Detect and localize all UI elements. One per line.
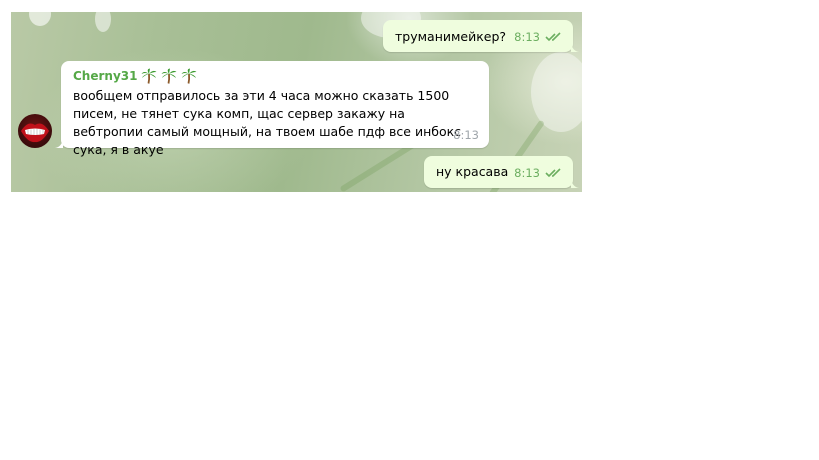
message-text: вообщем отправилось за эти 4 часа можно … [73,88,462,157]
palm-tree-icon [161,68,177,84]
wallpaper-flower [95,12,111,32]
palm-tree-icon [181,68,197,84]
message-time: 8:13 [514,30,540,44]
bubble-tail [571,178,579,188]
palm-tree-icon [141,68,157,84]
message-meta: 8:13 [453,126,479,144]
message-time: 8:13 [514,166,540,180]
outgoing-message[interactable]: труманимейкер? 8:13 [383,20,579,52]
double-check-icon [545,168,561,178]
incoming-message[interactable]: Cherny31 вообщем отправилось за эти 4 ча… [55,61,489,157]
bubble-tail [55,138,63,148]
bubble-tail [571,42,579,52]
outgoing-message[interactable]: ну красава 8:13 [424,156,579,188]
message-meta: 8:13 [514,28,563,46]
chat-area[interactable]: труманимейкер? 8:13 Cherny31 вообщем отп… [11,12,582,192]
lips-avatar-icon [21,123,49,143]
message-text: ну красава [436,164,509,179]
message-time: 8:13 [453,128,479,142]
message-text: труманимейкер? [395,29,507,44]
sender-row: Cherny31 [73,67,197,85]
double-check-icon [545,32,561,42]
avatar[interactable] [18,114,52,148]
message-meta: 8:13 [514,164,563,182]
wallpaper-flower [29,12,51,26]
sender-name[interactable]: Cherny31 [73,67,137,85]
